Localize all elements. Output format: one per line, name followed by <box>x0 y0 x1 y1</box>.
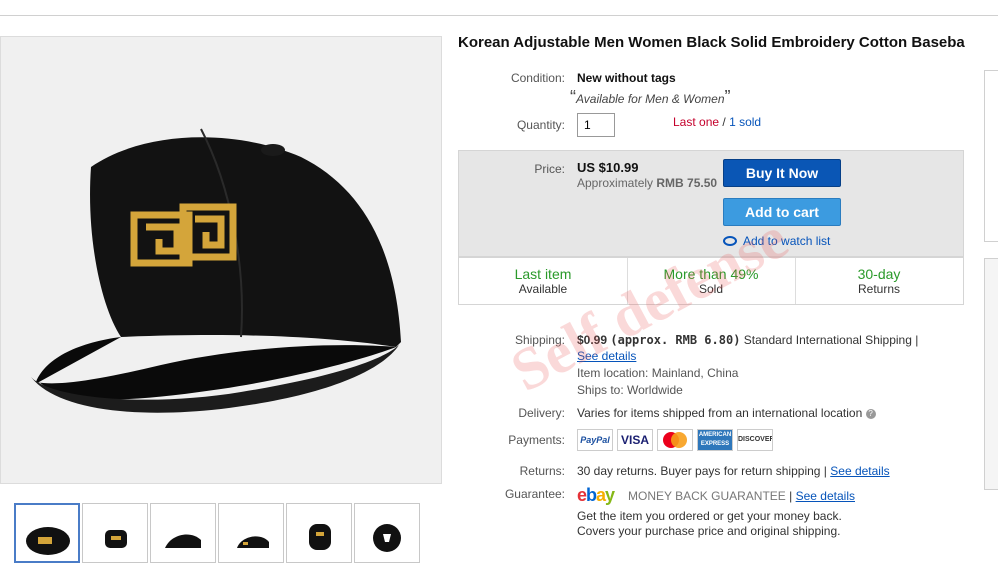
info-icon[interactable]: ? <box>865 408 876 419</box>
guarantee-line2: Covers your purchase price and original … <box>577 524 841 538</box>
stat-availability: Last item Available <box>514 266 572 296</box>
stat-returns: 30-day Returns <box>857 266 901 296</box>
condition-note: “Available for Men & Women” <box>570 87 731 107</box>
price-label: Price: <box>534 162 565 176</box>
payments-label: Payments: <box>508 433 565 447</box>
guarantee-see-details-link[interactable]: See details <box>796 489 855 503</box>
product-title: Korean Adjustable Men Women Black Solid … <box>458 34 965 51</box>
add-to-cart-button[interactable]: Add to cart <box>723 198 841 226</box>
thumbnail-2[interactable] <box>82 503 148 563</box>
price-value: US $10.99 <box>577 160 639 175</box>
mastercard-icon <box>657 429 693 451</box>
seller-info-panel <box>984 70 998 242</box>
item-location: Item location: Mainland, China <box>577 366 739 380</box>
paypal-icon: PayPal <box>577 429 613 451</box>
quantity-input[interactable] <box>577 113 615 137</box>
last-one-text: Last one <box>673 115 720 129</box>
price-approx: Approximately RMB 75.50 <box>577 176 718 190</box>
shipping-cost: $0.99 (approx. RMB 6.80) Standard Intern… <box>577 333 919 347</box>
thumbnail-1[interactable] <box>14 503 80 563</box>
add-to-watch-list-link[interactable]: Add to watch list <box>723 234 830 248</box>
thumbnail-5[interactable] <box>286 503 352 563</box>
eye-icon <box>723 235 737 246</box>
condition-label: Condition: <box>510 71 565 85</box>
availability-text: Last one / 1 sold <box>673 115 762 129</box>
shipping-see-details-link[interactable]: See details <box>577 349 636 363</box>
thumbnail-6[interactable] <box>354 503 420 563</box>
returns-value: 30 day returns. Buyer pays for return sh… <box>577 464 890 478</box>
stats-bar: Last item Available More than 49% Sold 30-… <box>458 257 964 305</box>
sold-count-link[interactable]: 1 sold <box>729 115 761 129</box>
thumbnail-4[interactable] <box>218 503 284 563</box>
ships-to: Ships to: Worldwide <box>577 383 683 397</box>
guarantee-line1: Get the item you ordered or get your mon… <box>577 509 842 523</box>
visa-icon: VISA <box>617 429 653 451</box>
returns-label: Returns: <box>519 464 565 478</box>
buy-it-now-button[interactable]: Buy It Now <box>723 159 841 187</box>
shipping-label: Shipping: <box>514 333 565 347</box>
delivery-value: Varies for items shipped from an interna… <box>577 406 876 420</box>
money-back-guarantee: MONEY BACK GUARANTEE | See details <box>628 489 855 503</box>
ebay-logo: ebay <box>577 485 615 505</box>
quantity-label: Quantity: <box>516 118 565 132</box>
returns-see-details-link[interactable]: See details <box>830 464 889 478</box>
thumbnail-3[interactable] <box>150 503 216 563</box>
main-product-image[interactable] <box>0 36 442 484</box>
side-ad-panel <box>984 258 998 490</box>
baseball-cap-image <box>31 128 402 413</box>
delivery-label: Delivery: <box>518 406 565 420</box>
header-divider <box>0 15 998 16</box>
discover-icon: DISCOVER <box>737 429 773 451</box>
stat-sold: More than 49% Sold <box>663 266 759 296</box>
condition-value: New without tags <box>577 71 676 85</box>
amex-icon: AMERICAN EXPRESS <box>697 429 733 451</box>
guarantee-label: Guarantee: <box>504 487 565 501</box>
